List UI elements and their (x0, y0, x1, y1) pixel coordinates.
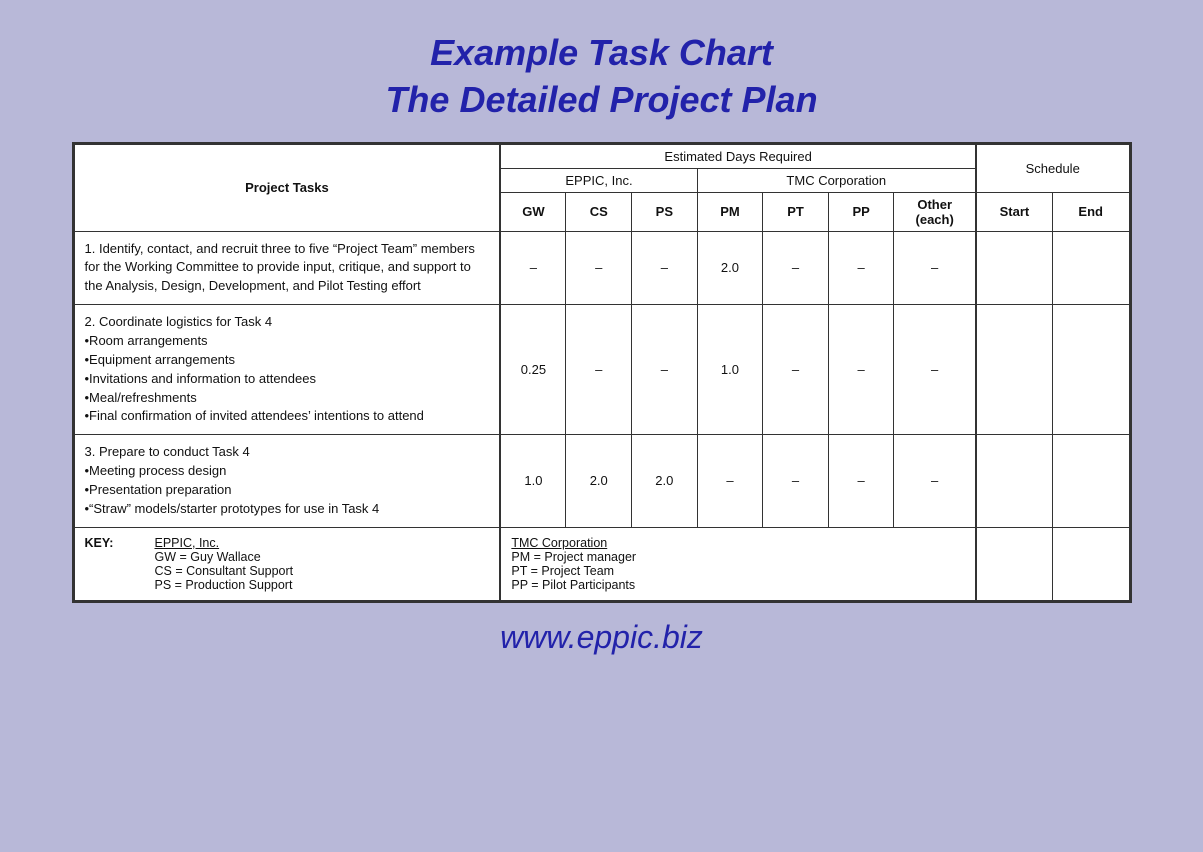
col-gw: GW (500, 192, 566, 231)
row2-pt: – (763, 305, 829, 435)
row2-cs: – (566, 305, 632, 435)
col-pp: PP (828, 192, 894, 231)
task-cell-3: 3. Prepare to conduct Task 4 •Meeting pr… (74, 435, 500, 527)
main-table-container: Project Tasks Estimated Days Required Sc… (72, 142, 1132, 603)
key-label: KEY: (85, 536, 114, 550)
row2-pp: – (828, 305, 894, 435)
eppic-header: EPPIC, Inc. (500, 168, 697, 192)
table-row: 3. Prepare to conduct Task 4 •Meeting pr… (74, 435, 1129, 527)
col-pt: PT (763, 192, 829, 231)
row1-pt: – (763, 231, 829, 305)
row3-pm: – (697, 435, 763, 527)
row2-end (1052, 305, 1129, 435)
page-title: Example Task Chart The Detailed Project … (385, 30, 817, 124)
row1-other: – (894, 231, 976, 305)
key-cell: KEY: EPPIC, Inc. GW = Guy Wallace CS = C… (74, 527, 500, 600)
row1-pm: 2.0 (697, 231, 763, 305)
row2-ps: – (632, 305, 698, 435)
row3-ps: 2.0 (632, 435, 698, 527)
key-inner-row: KEY: EPPIC, Inc. GW = Guy Wallace CS = C… (85, 536, 490, 592)
key-inner-table: KEY: EPPIC, Inc. GW = Guy Wallace CS = C… (85, 536, 490, 592)
row3-pp: – (828, 435, 894, 527)
row1-start (976, 231, 1053, 305)
row1-ps: – (632, 231, 698, 305)
row3-end (1052, 435, 1129, 527)
key-eppic-title: EPPIC, Inc. (155, 536, 220, 550)
task-cell-1: 1. Identify, contact, and recruit three … (74, 231, 500, 305)
table-row: 1. Identify, contact, and recruit three … (74, 231, 1129, 305)
table-row: 2. Coordinate logistics for Task 4 •Room… (74, 305, 1129, 435)
key-eppic-ps: PS = Production Support (155, 578, 293, 592)
project-tasks-header: Project Tasks (74, 144, 500, 231)
key-tmc-cell: TMC Corporation PM = Project manager PT … (500, 527, 976, 600)
key-row: KEY: EPPIC, Inc. GW = Guy Wallace CS = C… (74, 527, 1129, 600)
tmc-header: TMC Corporation (697, 168, 976, 192)
key-tmc-pt: PT = Project Team (511, 564, 614, 578)
key-eppic-cell: EPPIC, Inc. GW = Guy Wallace CS = Consul… (145, 536, 490, 592)
col-ps: PS (632, 192, 698, 231)
row2-other: – (894, 305, 976, 435)
col-other: Other(each) (894, 192, 976, 231)
key-end-cell (1052, 527, 1129, 600)
row1-gw: – (500, 231, 566, 305)
row3-gw: 1.0 (500, 435, 566, 527)
row1-cs: – (566, 231, 632, 305)
row3-start (976, 435, 1053, 527)
col-end: End (1052, 192, 1129, 231)
col-pm: PM (697, 192, 763, 231)
row3-pt: – (763, 435, 829, 527)
schedule-header: Schedule (976, 144, 1129, 192)
key-label-cell: KEY: (85, 536, 145, 592)
title-line2: The Detailed Project Plan (385, 79, 817, 120)
footer-url-text: www.eppic.biz (500, 619, 703, 655)
key-eppic-gw: GW = Guy Wallace (155, 550, 261, 564)
key-tmc-title: TMC Corporation (511, 536, 607, 550)
key-tmc-pm: PM = Project manager (511, 550, 636, 564)
col-start: Start (976, 192, 1053, 231)
title-line1: Example Task Chart (430, 32, 773, 73)
task-cell-2: 2. Coordinate logistics for Task 4 •Room… (74, 305, 500, 435)
key-tmc-pp: PP = Pilot Participants (511, 578, 635, 592)
footer-url: www.eppic.biz (500, 619, 703, 656)
estimated-days-header: Estimated Days Required (500, 144, 976, 168)
row2-start (976, 305, 1053, 435)
key-eppic-cs: CS = Consultant Support (155, 564, 294, 578)
key-start-cell (976, 527, 1053, 600)
col-cs: CS (566, 192, 632, 231)
row3-cs: 2.0 (566, 435, 632, 527)
row2-pm: 1.0 (697, 305, 763, 435)
row3-other: – (894, 435, 976, 527)
task-chart-table: Project Tasks Estimated Days Required Sc… (74, 144, 1130, 601)
row2-gw: 0.25 (500, 305, 566, 435)
row1-pp: – (828, 231, 894, 305)
header-row-1: Project Tasks Estimated Days Required Sc… (74, 144, 1129, 168)
row1-end (1052, 231, 1129, 305)
